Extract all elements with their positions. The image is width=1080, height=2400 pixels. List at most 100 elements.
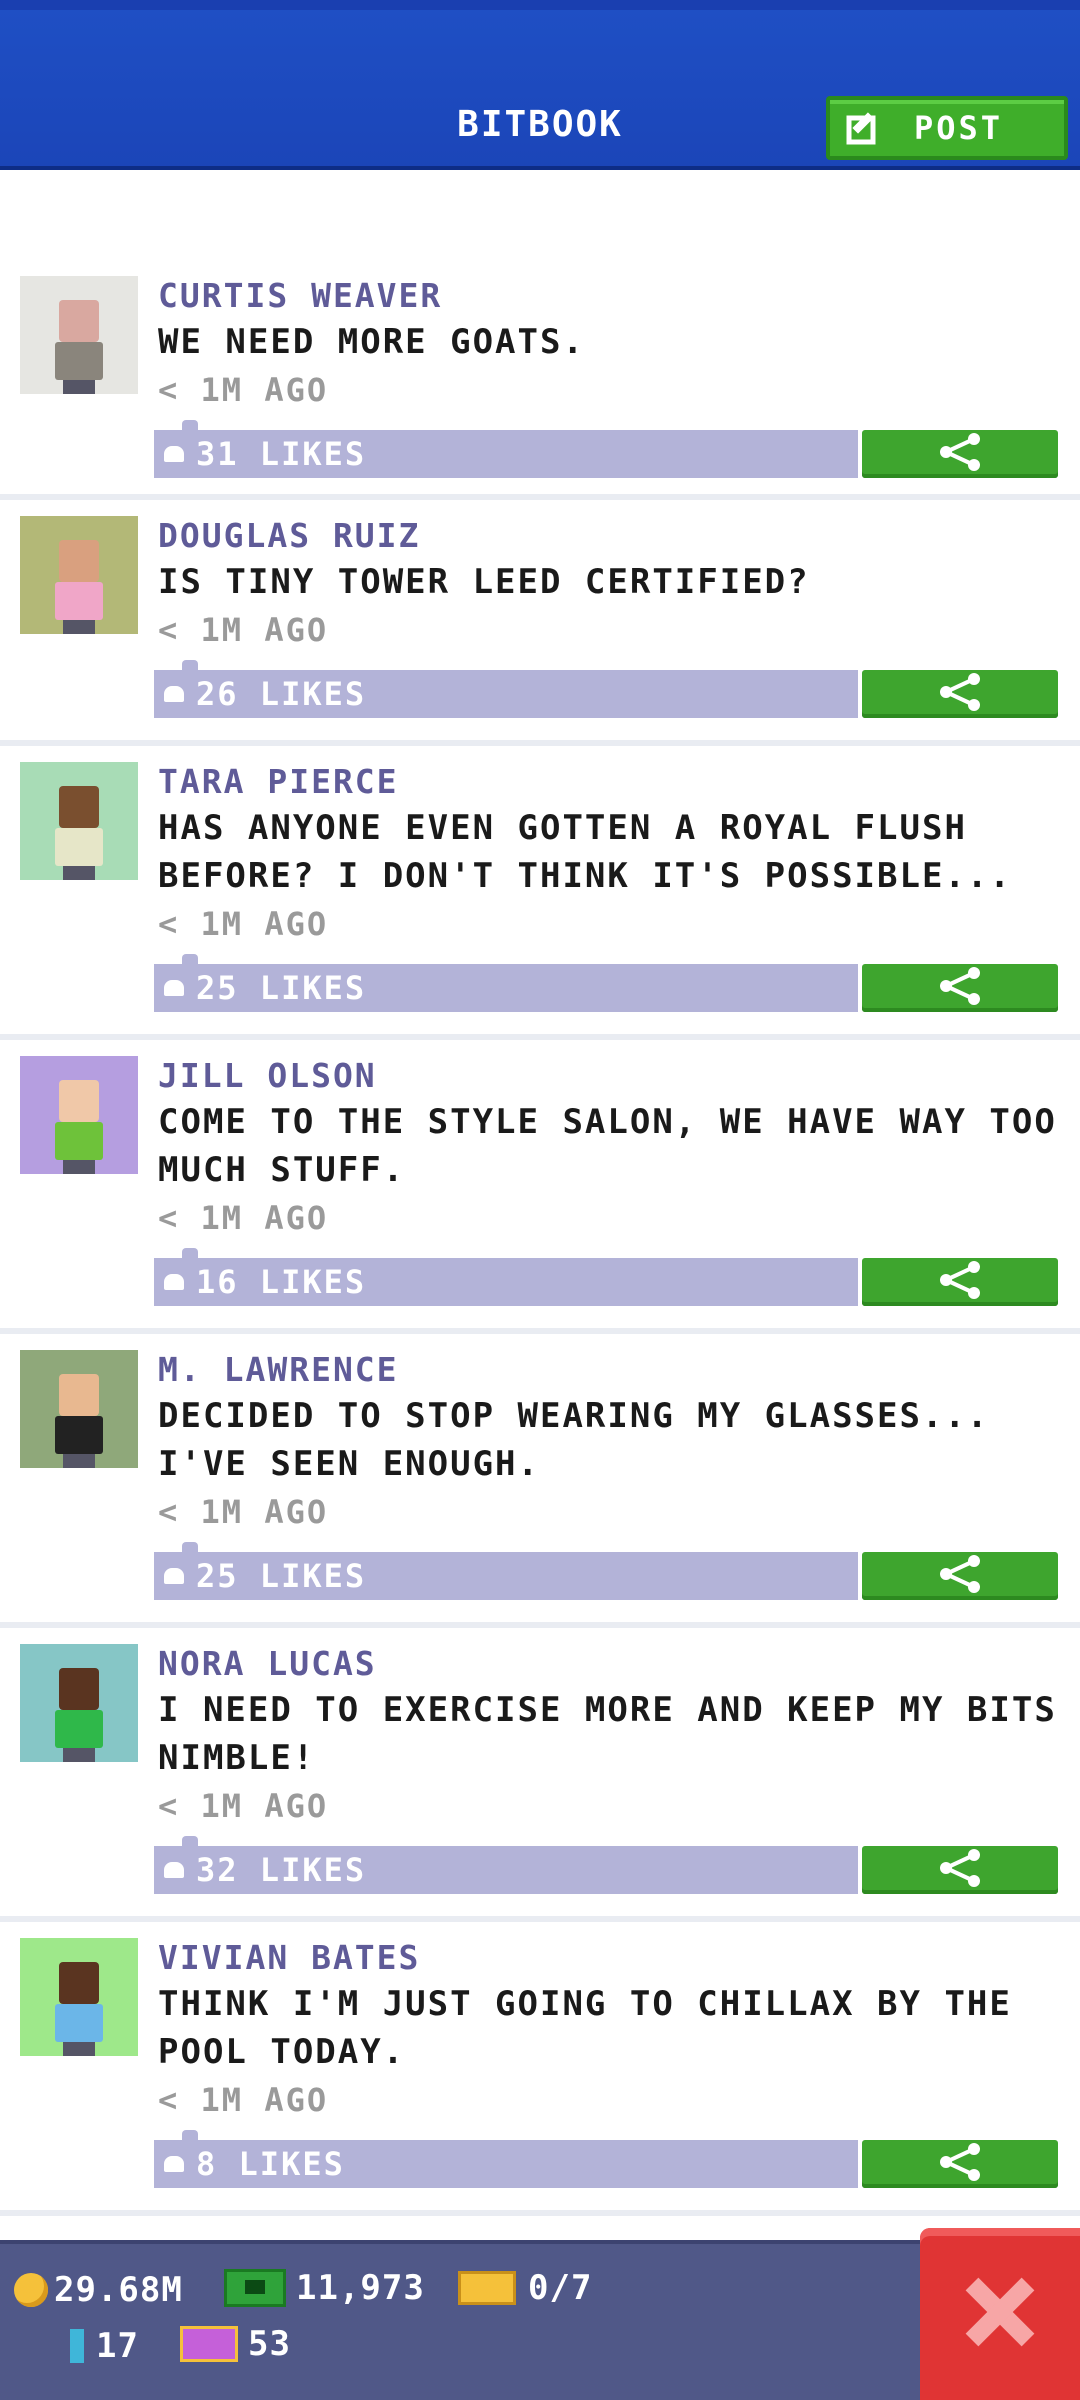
like-count: 8 LIKES [196,2145,345,2183]
post-action-bar: 32 LIKES [154,1836,1058,1894]
avatar[interactable] [20,1350,138,1468]
like-button[interactable]: 25 LIKES [154,1542,858,1600]
resource-bar: 29.68M 11,973 0/7 17 53 [0,2240,1080,2400]
post-timestamp: < 1M AGO [158,2081,329,2119]
like-button[interactable]: 8 LIKES [154,2130,858,2188]
post-message: DECIDED TO STOP WEARING MY GLASSES... I'… [158,1396,990,1484]
like-icon [164,980,184,996]
avatar[interactable] [20,1644,138,1762]
post-timestamp: < 1M AGO [158,1493,329,1531]
post-author[interactable]: TARA PIERCE [158,760,1060,804]
feed-post: VIVIAN BATES THINK I'M JUST GOING TO CHI… [0,1922,1080,2216]
like-icon [164,446,184,462]
post-author[interactable]: NORA LUCAS [158,1642,1060,1686]
avatar[interactable] [20,276,138,394]
like-button[interactable]: 26 LIKES [154,660,858,718]
level-value: 17 [96,2326,139,2366]
share-button[interactable] [862,430,1058,478]
compose-icon [830,108,900,148]
like-count: 31 LIKES [196,435,367,473]
post-author[interactable]: M. LAWRENCE [158,1348,1060,1392]
share-icon [938,1848,982,1892]
post-message: THINK I'M JUST GOING TO CHILLAX BY THE P… [158,1984,1012,2072]
share-button[interactable] [862,1552,1058,1600]
bux-icon [224,2269,286,2307]
post-message: IS TINY TOWER LEED CERTIFIED? [158,562,810,602]
tickets-stat: 0/7 [458,2268,592,2308]
feed-post: NORA LUCAS I NEED TO EXERCISE MORE AND K… [0,1628,1080,1922]
share-button[interactable] [862,2140,1058,2188]
post-author[interactable]: DOUGLAS RUIZ [158,514,1060,558]
post-action-bar: 26 LIKES [154,660,1058,718]
share-icon [938,1554,982,1598]
vip-stat: 53 [180,2324,291,2364]
post-author[interactable]: JILL OLSON [158,1054,1060,1098]
post-message: HAS ANYONE EVEN GOTTEN A ROYAL FLUSH BEF… [158,808,1012,896]
avatar[interactable] [20,516,138,634]
share-icon [938,2142,982,2186]
feed-post: TARA PIERCE HAS ANYONE EVEN GOTTEN A ROY… [0,746,1080,1040]
feed-post: CURTIS WEAVER WE NEED MORE GOATS. < 1M A… [0,260,1080,500]
share-button[interactable] [862,1846,1058,1894]
post-action-bar: 8 LIKES [154,2130,1058,2188]
level-stat: 17 [70,2326,139,2366]
like-button[interactable]: 16 LIKES [154,1248,858,1306]
post-action-bar: 25 LIKES [154,954,1058,1012]
post-author[interactable]: CURTIS WEAVER [158,274,1060,318]
coins-stat: 29.68M [14,2270,183,2310]
avatar[interactable] [20,1056,138,1174]
post-button[interactable]: POST [826,96,1068,160]
like-button[interactable]: 31 LIKES [154,420,858,478]
like-count: 32 LIKES [196,1851,367,1889]
share-icon [938,966,982,1010]
like-icon [164,1862,184,1878]
share-icon [938,672,982,716]
tickets-value: 0/7 [528,2268,593,2308]
like-count: 25 LIKES [196,969,367,1007]
like-count: 25 LIKES [196,1557,367,1595]
vip-ticket-icon [180,2326,238,2362]
post-button-label: POST [914,109,1004,147]
like-icon [164,1568,184,1584]
post-action-bar: 31 LIKES [154,420,1058,478]
post-message: I NEED TO EXERCISE MORE AND KEEP MY BITS… [158,1690,1057,1778]
share-icon [938,1260,982,1304]
coins-value: 29.68M [54,2270,183,2310]
post-message: WE NEED MORE GOATS. [158,322,585,362]
like-count: 16 LIKES [196,1263,367,1301]
floor-icon [70,2329,84,2363]
post-message: COME TO THE STYLE SALON, WE HAVE WAY TOO… [158,1102,1057,1190]
vip-value: 53 [248,2324,291,2364]
ticket-icon [458,2271,516,2305]
feed-post: M. LAWRENCE DECIDED TO STOP WEARING MY G… [0,1334,1080,1628]
app-header: BITBOOK POST [0,0,1080,170]
post-timestamp: < 1M AGO [158,371,329,409]
post-timestamp: < 1M AGO [158,1199,329,1237]
post-timestamp: < 1M AGO [158,1787,329,1825]
like-icon [164,1274,184,1290]
feed-list[interactable]: CURTIS WEAVER WE NEED MORE GOATS. < 1M A… [0,260,1080,2240]
feed-post: DOUGLAS RUIZ IS TINY TOWER LEED CERTIFIE… [0,500,1080,746]
post-timestamp: < 1M AGO [158,905,329,943]
post-author[interactable]: VIVIAN BATES [158,1936,1060,1980]
post-action-bar: 16 LIKES [154,1248,1058,1306]
like-button[interactable]: 25 LIKES [154,954,858,1012]
bux-stat: 11,973 [224,2268,425,2308]
share-button[interactable] [862,670,1058,718]
post-timestamp: < 1M AGO [158,611,329,649]
share-icon [938,432,982,476]
close-icon [960,2272,1040,2356]
avatar[interactable] [20,762,138,880]
like-button[interactable]: 32 LIKES [154,1836,858,1894]
share-button[interactable] [862,964,1058,1012]
post-action-bar: 25 LIKES [154,1542,1058,1600]
like-icon [164,686,184,702]
like-icon [164,2156,184,2172]
bux-value: 11,973 [296,2268,425,2308]
close-button[interactable] [920,2228,1080,2400]
avatar[interactable] [20,1938,138,2056]
share-button[interactable] [862,1258,1058,1306]
feed-post: JILL OLSON COME TO THE STYLE SALON, WE H… [0,1040,1080,1334]
like-count: 26 LIKES [196,675,367,713]
coin-icon [14,2273,48,2307]
